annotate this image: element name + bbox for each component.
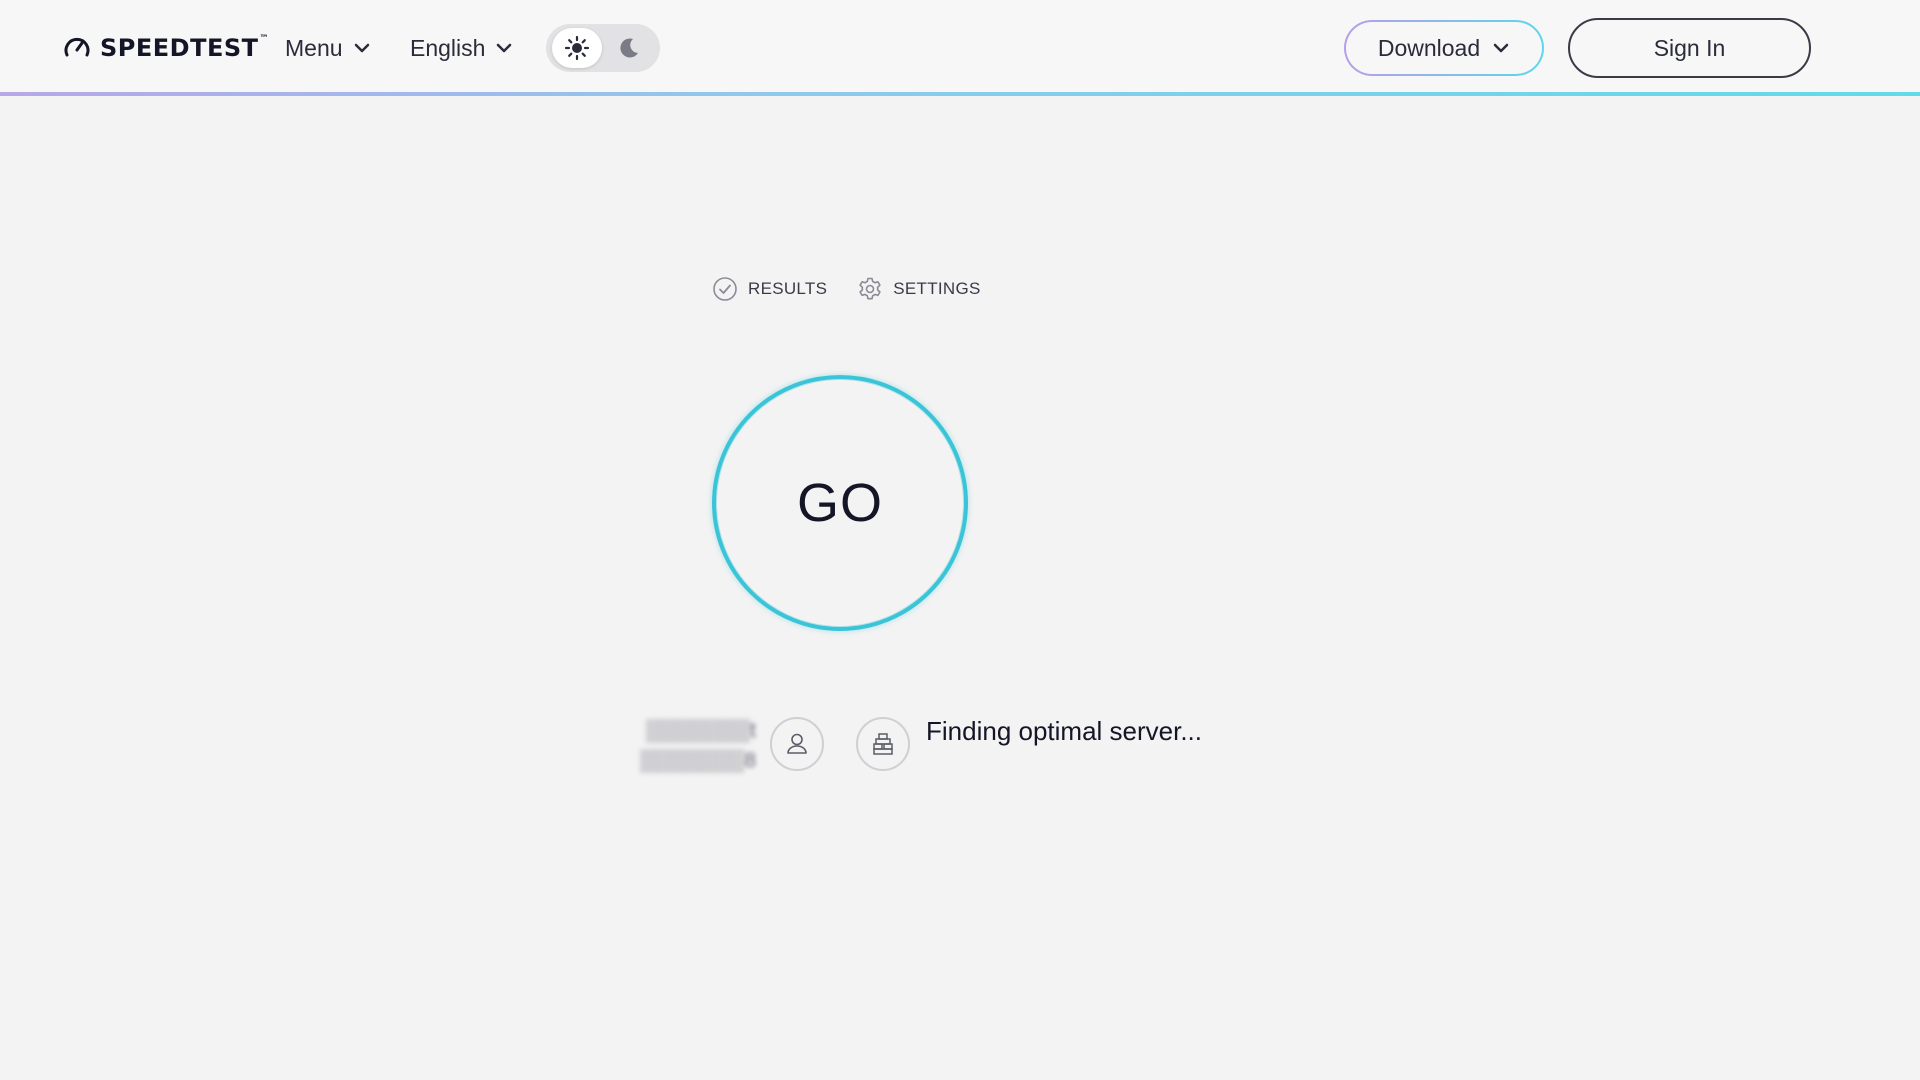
download-label: Download [1377, 34, 1481, 61]
light-theme-button[interactable] [552, 28, 602, 68]
go-label: GO [796, 473, 883, 533]
download-button[interactable]: Download [1344, 20, 1544, 76]
chevron-down-icon [497, 43, 512, 53]
go-button[interactable]: GO [712, 375, 968, 631]
test-tabs: RESULTS SETTINGS [712, 274, 981, 304]
gear-icon [859, 277, 881, 300]
isp-ip: ▒▒▒▒▒▒▒8 [640, 749, 756, 772]
header-gradient-divider [0, 92, 1920, 96]
tab-settings[interactable]: SETTINGS [857, 276, 980, 302]
tab-results-label: RESULTS [748, 279, 828, 298]
language-dropdown[interactable]: English [410, 32, 513, 64]
tab-results[interactable]: RESULTS [712, 276, 827, 302]
check-circle-icon [713, 277, 737, 301]
dark-theme-button[interactable] [604, 28, 654, 68]
menu-label: Menu [285, 34, 343, 61]
isp-info: ▒▒▒▒▒▒▒t ▒▒▒▒▒▒▒8 [616, 716, 756, 776]
chevron-down-icon [354, 43, 369, 53]
server-status-text: Finding optimal server... [926, 716, 1203, 746]
sign-in-label: Sign In [1653, 34, 1726, 61]
user-icon-button[interactable] [770, 717, 824, 771]
sun-icon [564, 35, 590, 61]
speedometer-icon [64, 37, 90, 57]
top-nav: SPEEDTEST™ Menu English Download Sign In [0, 0, 1920, 94]
speedtest-logo[interactable]: SPEEDTEST™ [62, 31, 269, 65]
server-icon [873, 733, 893, 755]
user-icon [787, 733, 807, 754]
isp-name: ▒▒▒▒▒▒▒t [646, 719, 756, 742]
logo-text: SPEEDTEST™ [100, 34, 270, 62]
moon-icon [620, 38, 638, 58]
sign-in-button[interactable]: Sign In [1568, 18, 1811, 78]
theme-toggle [546, 24, 660, 72]
chevron-down-icon [1493, 43, 1509, 53]
menu-dropdown[interactable]: Menu [285, 32, 371, 64]
server-icon-button[interactable] [856, 717, 910, 771]
tab-settings-label: SETTINGS [893, 279, 981, 298]
language-label: English [410, 34, 486, 61]
